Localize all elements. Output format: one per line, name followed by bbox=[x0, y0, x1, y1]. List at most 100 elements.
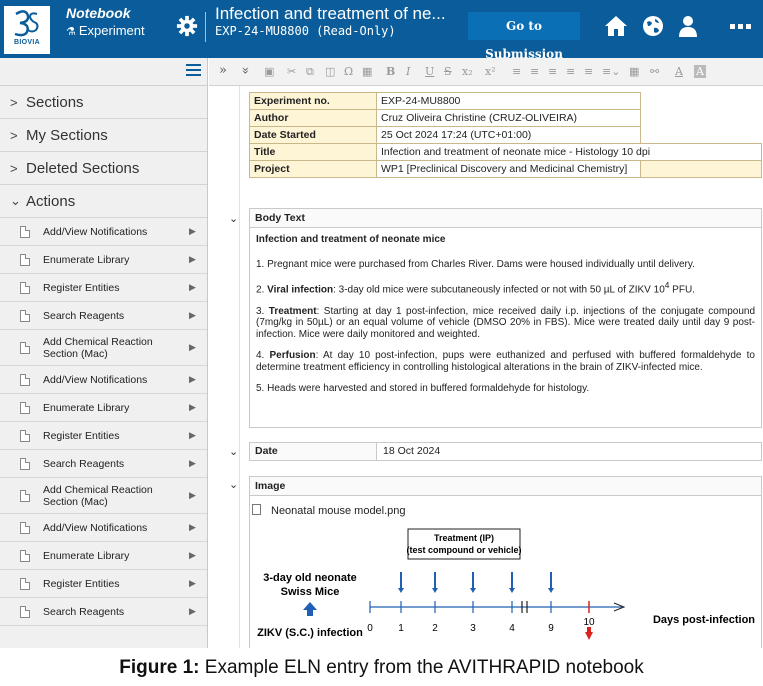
text-color-icon[interactable]: A bbox=[675, 65, 683, 78]
hamburger-menu-icon[interactable] bbox=[186, 64, 201, 77]
play-arrow-icon: ▶ bbox=[189, 430, 196, 440]
user-icon[interactable] bbox=[676, 14, 700, 38]
home-icon[interactable] bbox=[604, 14, 628, 38]
play-arrow-icon: ▶ bbox=[189, 402, 196, 412]
superscript-button[interactable]: x² bbox=[485, 65, 496, 78]
play-arrow-icon: ▶ bbox=[189, 522, 196, 532]
sidebar-item-add-chemical-reaction[interactable]: Add Chemical Reaction Section (Mac) ▶ bbox=[0, 330, 207, 366]
caption-text: Example ELN entry from the AVITHRAPID no… bbox=[199, 657, 644, 678]
outdent-icon[interactable]: ≡ bbox=[548, 65, 557, 78]
table-row: Date Started 25 Oct 2024 17:24 (UTC+01:00… bbox=[249, 126, 762, 144]
sidebar-item-label: Enumerate Library bbox=[43, 401, 130, 414]
special-char-icon[interactable]: Ω bbox=[344, 65, 353, 78]
main-content: Experiment no. EXP-24-MU8800 Author Cruz O… bbox=[209, 86, 763, 648]
sidebar-item-register-entities[interactable]: Register Entities ▶ bbox=[0, 422, 207, 450]
experiment-label-row[interactable]: ⚗ Experiment bbox=[66, 23, 145, 38]
header-divider bbox=[205, 12, 206, 42]
sidebar-item-add-view-notifications[interactable]: Add/View Notifications ▶ bbox=[0, 366, 207, 394]
collapse-image-icon[interactable]: ⌄ bbox=[229, 478, 238, 491]
collapse-date-icon[interactable]: ⌄ bbox=[229, 445, 238, 458]
image-file[interactable]: Neonatal mouse model.png bbox=[252, 504, 406, 517]
table-icon[interactable]: ▦ bbox=[629, 65, 639, 78]
gear-icon[interactable] bbox=[176, 15, 198, 37]
document-icon bbox=[20, 605, 30, 618]
sidebar-section-deleted-sections[interactable]: > Deleted Sections bbox=[0, 152, 207, 185]
align-left-icon[interactable]: ≡ bbox=[584, 65, 593, 78]
sidebar-item-register-entities[interactable]: Register Entities ▶ bbox=[0, 274, 207, 302]
sidebar-header bbox=[0, 58, 207, 86]
underline-button[interactable]: U bbox=[425, 65, 434, 78]
align-dropdown-icon[interactable]: ≡⌄ bbox=[602, 65, 620, 78]
play-arrow-icon: ▶ bbox=[189, 458, 196, 468]
experiment-id: EXP-24-MU8800 (Read-Only) bbox=[215, 24, 396, 38]
background-color-icon[interactable]: A bbox=[694, 65, 706, 78]
indent-icon[interactable]: ≡ bbox=[566, 65, 575, 78]
strikethrough-button[interactable]: S bbox=[444, 65, 452, 78]
sidebar-item-register-entities[interactable]: Register Entities ▶ bbox=[0, 570, 207, 598]
document-icon bbox=[20, 401, 30, 414]
biovia-logo[interactable]: BIOVIA bbox=[4, 6, 50, 54]
cut-icon[interactable]: ✂ bbox=[287, 65, 296, 78]
paste-icon[interactable]: ◫ bbox=[325, 65, 335, 78]
italic-button[interactable]: I bbox=[406, 65, 410, 78]
sidebar-item-label: Add/View Notifications bbox=[43, 225, 148, 238]
sidebar-item-search-reagents[interactable]: Search Reagents ▶ bbox=[0, 450, 207, 478]
sidebar-section-sections[interactable]: > Sections bbox=[0, 86, 207, 119]
paragraph-4: 4. Perfusion: At day 10 post-infection, … bbox=[256, 350, 755, 373]
play-arrow-icon: ▶ bbox=[189, 606, 196, 616]
copy-icon[interactable]: ⧉ bbox=[306, 65, 314, 79]
brand-label: BIOVIA bbox=[14, 39, 40, 46]
flask-icon: ⚗ bbox=[66, 26, 76, 38]
play-arrow-icon: ▶ bbox=[189, 578, 196, 588]
subscript-button[interactable]: x₂ bbox=[462, 65, 473, 78]
sidebar-item-add-chemical-reaction[interactable]: Add Chemical Reaction Section (Mac) ▶ bbox=[0, 478, 207, 514]
sidebar-item-add-view-notifications[interactable]: Add/View Notifications ▶ bbox=[0, 218, 207, 246]
date-field: Date 18 Oct 2024 bbox=[249, 442, 762, 461]
treatment-line-1: Treatment (IP) bbox=[434, 533, 494, 543]
document-icon bbox=[20, 577, 30, 590]
sidebar-item-search-reagents[interactable]: Search Reagents ▶ bbox=[0, 302, 207, 330]
document-icon bbox=[20, 341, 30, 354]
sidebar-item-enumerate-library[interactable]: Enumerate Library ▶ bbox=[0, 394, 207, 422]
body-text-section: Body Text Infection and treatment of neo… bbox=[249, 208, 762, 428]
collapse-body-text-icon[interactable]: ⌄ bbox=[229, 212, 238, 225]
document-icon bbox=[20, 281, 30, 294]
tick-label: 3 bbox=[470, 623, 476, 634]
link-icon[interactable]: ⚯ bbox=[650, 65, 659, 78]
sidebar-item-search-reagents[interactable]: Search Reagents ▶ bbox=[0, 598, 207, 626]
expand-toolbar-button[interactable]: » bbox=[219, 63, 227, 78]
bold-button[interactable]: B bbox=[386, 65, 395, 78]
save-icon[interactable]: ▣ bbox=[264, 65, 274, 78]
document-icon bbox=[252, 504, 261, 515]
sidebar-section-label: Deleted Sections bbox=[26, 159, 140, 177]
sidebar-item-add-view-notifications[interactable]: Add/View Notifications ▶ bbox=[0, 514, 207, 542]
sidebar-item-enumerate-library[interactable]: Enumerate Library ▶ bbox=[0, 246, 207, 274]
sidebar-item-label: Add/View Notifications bbox=[43, 521, 148, 534]
sidebar-item-label: Register Entities bbox=[43, 577, 120, 590]
unordered-list-icon[interactable]: ≡ bbox=[530, 65, 539, 78]
body-text-header: Body Text bbox=[250, 209, 761, 228]
play-arrow-icon: ▶ bbox=[189, 226, 196, 236]
sidebar-section-actions[interactable]: ⌄ Actions bbox=[0, 185, 207, 218]
sidebar-section-my-sections[interactable]: > My Sections bbox=[0, 119, 207, 152]
sidebar-item-label: Add/View Notifications bbox=[43, 373, 148, 386]
collapse-toolbar-button[interactable]: » bbox=[237, 67, 252, 75]
globe-icon[interactable] bbox=[641, 14, 665, 38]
body-text-content[interactable]: Infection and treatment of neonate mice … bbox=[250, 228, 761, 395]
calendar-icon[interactable]: ▦ bbox=[362, 65, 372, 78]
sidebar-item-label: Register Entities bbox=[43, 429, 120, 442]
experiment-title: Infection and treatment of ne... bbox=[215, 4, 446, 23]
date-key: Date bbox=[250, 443, 377, 460]
metadata-value: Infection and treatment of neonate mice … bbox=[376, 143, 762, 161]
ordered-list-icon[interactable]: ≡ bbox=[512, 65, 521, 78]
figure-caption: Figure 1: Example ELN entry from the AVI… bbox=[0, 650, 763, 686]
sidebar-item-label: Enumerate Library bbox=[43, 253, 130, 266]
metadata-value: WP1 [Preclinical Discovery and Medicinal… bbox=[375, 160, 642, 178]
tick-label: 9 bbox=[548, 623, 554, 634]
more-icon[interactable] bbox=[728, 14, 752, 38]
go-to-submission-button[interactable]: Go to Submission bbox=[468, 12, 580, 61]
treatment-line-2: (test compound or vehicle) bbox=[406, 545, 521, 555]
notebook-label[interactable]: Notebook bbox=[66, 5, 131, 21]
sidebar-item-enumerate-library[interactable]: Enumerate Library ▶ bbox=[0, 542, 207, 570]
experiment-metadata-table: Experiment no. EXP-24-MU8800 Author Cruz O… bbox=[249, 92, 762, 178]
